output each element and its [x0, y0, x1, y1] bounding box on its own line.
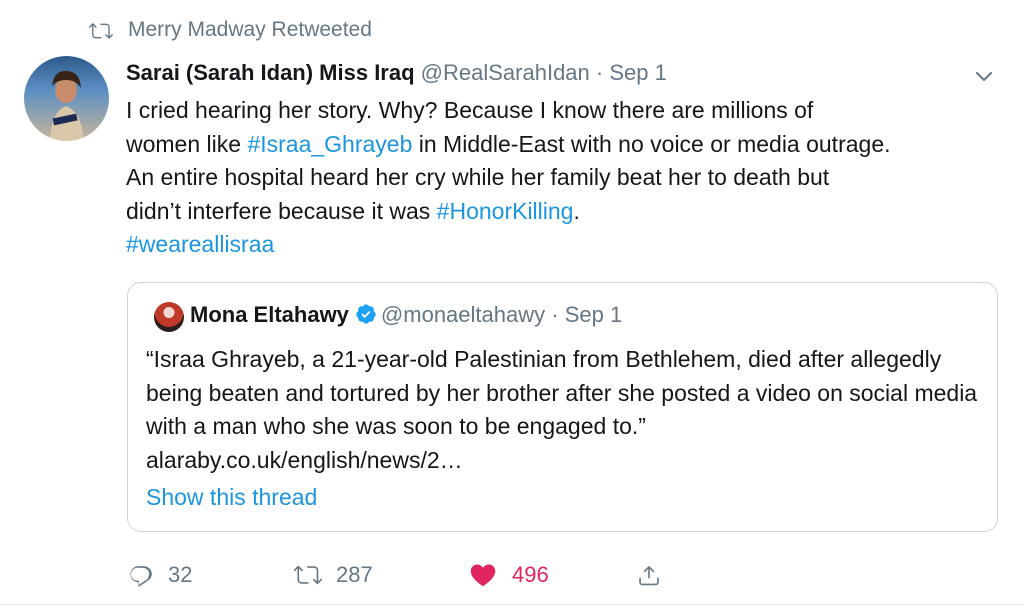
- hashtag-link[interactable]: #weareallisraa: [126, 231, 274, 257]
- quoted-header: Mona Eltahawy @monaeltahawy · Sep 1: [190, 302, 622, 328]
- like-button[interactable]: 496: [468, 558, 549, 592]
- quoted-avatar[interactable]: [154, 302, 184, 332]
- reply-count: 32: [168, 562, 193, 587]
- share-icon: [639, 565, 659, 586]
- separator: ·: [595, 60, 604, 85]
- like-count: 496: [512, 562, 549, 587]
- separator: ·: [551, 302, 559, 327]
- quoted-link[interactable]: alaraby.co.uk/english/news/2…: [146, 447, 463, 473]
- quoted-text: “Israa Ghrayeb, a 21-year-old Palestinia…: [146, 343, 986, 477]
- tweet-header: Sarai (Sarah Idan) Miss Iraq @RealSarahI…: [126, 60, 667, 86]
- reply-button[interactable]: 32: [128, 558, 192, 592]
- tweet-line: I cried hearing her story. Why? Because …: [126, 97, 814, 123]
- hashtag-link[interactable]: #Israa_Ghrayeb: [247, 131, 412, 157]
- avatar-image: [50, 70, 84, 141]
- verified-badge-icon: [356, 304, 376, 324]
- author-name[interactable]: Sarai (Sarah Idan) Miss Iraq: [126, 60, 415, 85]
- tweet-line: didn’t interfere because it was #HonorKi…: [126, 197, 580, 224]
- share-button[interactable]: [636, 558, 676, 592]
- tweet-line: #weareallisraa: [126, 228, 1006, 262]
- retweet-count: 287: [336, 562, 373, 587]
- tweet-line: women like #Israa_Ghrayeb in Middle-East…: [126, 130, 891, 157]
- show-thread-link[interactable]: Show this thread: [146, 484, 317, 511]
- quoted-author-name[interactable]: Mona Eltahawy: [190, 302, 349, 327]
- quoted-date[interactable]: Sep 1: [565, 302, 623, 327]
- quoted-body: “Israa Ghrayeb, a 21-year-old Palestinia…: [146, 346, 978, 439]
- avatar[interactable]: [24, 56, 109, 141]
- chevron-down-icon[interactable]: [972, 64, 996, 88]
- quoted-handle[interactable]: @monaeltahawy: [381, 302, 545, 327]
- retweet-icon: [88, 23, 113, 39]
- retweet-context-label[interactable]: Merry Madway Retweeted: [128, 18, 372, 42]
- retweet-button[interactable]: 287: [294, 558, 373, 592]
- tweet-line: An entire hospital heard her cry while h…: [126, 164, 830, 190]
- divider: [0, 604, 1024, 605]
- tweet-date[interactable]: Sep 1: [609, 60, 667, 85]
- retweet-action-icon: [294, 565, 322, 585]
- hashtag-link[interactable]: #HonorKilling: [437, 198, 574, 224]
- reply-icon: [130, 566, 152, 587]
- heart-icon: [470, 564, 496, 587]
- tweet-text: I cried hearing her story. Why? Because …: [126, 94, 1006, 262]
- author-handle[interactable]: @RealSarahIdan: [421, 60, 590, 85]
